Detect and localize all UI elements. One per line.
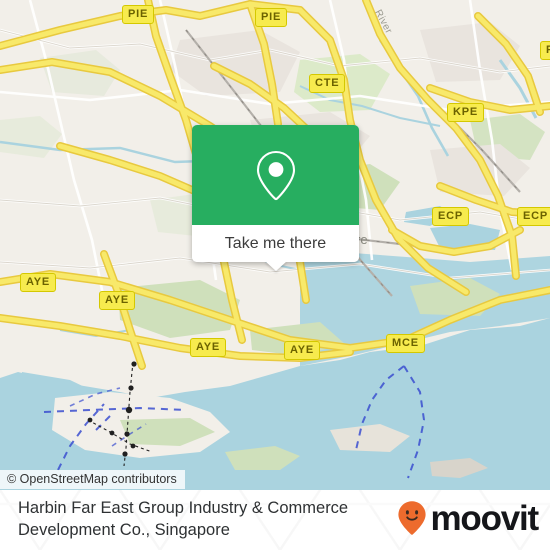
- highway-shield: CTE: [309, 74, 346, 93]
- osm-attribution[interactable]: © OpenStreetMap contributors: [0, 470, 185, 489]
- take-me-there-label: Take me there: [224, 234, 327, 252]
- highway-shield: ECP: [432, 207, 470, 226]
- moovit-logo[interactable]: moovit: [397, 498, 539, 538]
- moovit-wordmark: moovit: [430, 498, 539, 538]
- highway-shield: ECP: [517, 207, 550, 226]
- highway-shield: AYE: [284, 341, 321, 360]
- highway-shield: MCE: [386, 334, 425, 353]
- take-me-there-button[interactable]: Take me there: [192, 225, 359, 262]
- card-pin-area: [192, 125, 359, 225]
- map-pin-icon: [256, 150, 295, 201]
- callout-pointer: [265, 261, 287, 271]
- screenshot-root: PIE PIE CTE KPE ECP ECP AYE AYE AYE AYE …: [0, 0, 550, 550]
- map-canvas[interactable]: PIE PIE CTE KPE ECP ECP AYE AYE AYE AYE …: [0, 0, 550, 490]
- highway-shield: KPE: [447, 103, 485, 122]
- highway-shield: PIE: [122, 5, 155, 24]
- page-title: Harbin Far East Group Industry & Commerc…: [18, 499, 349, 539]
- highway-shield: PIE: [255, 8, 288, 27]
- moovit-smiley-pin-icon: [398, 501, 427, 535]
- highway-shield: AYE: [20, 273, 57, 292]
- highway-shield: AYE: [190, 338, 227, 357]
- location-callout-card[interactable]: Take me there: [192, 125, 359, 271]
- highway-shield: P: [540, 41, 550, 60]
- highway-shield: AYE: [99, 291, 136, 310]
